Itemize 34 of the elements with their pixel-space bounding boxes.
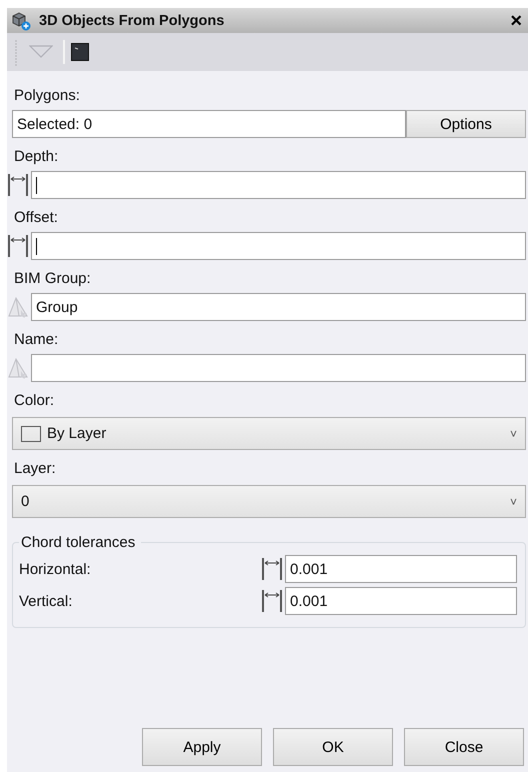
dialog-button[interactable]: Close [404, 728, 524, 766]
distance-icon [261, 556, 283, 582]
color-swatch-icon [21, 426, 41, 442]
console-icon[interactable] [71, 43, 89, 61]
field-label: Depth: [14, 148, 60, 165]
field-label: Layer: [14, 460, 57, 477]
field-label: Vertical: [19, 592, 74, 610]
text-field[interactable] [31, 354, 526, 382]
field-label: Horizontal: [19, 560, 92, 578]
dropdown[interactable]: 0 ˅ [12, 485, 526, 518]
selection-field[interactable]: Selected: 0 [12, 110, 406, 138]
distance-field[interactable] [31, 171, 526, 199]
distance-icon [7, 233, 29, 259]
distance-icon [261, 588, 283, 614]
triangle-icon[interactable] [29, 45, 53, 59]
distance-field[interactable] [31, 232, 526, 260]
window-title: 3D Objects From Polygons [39, 12, 226, 28]
grip-icon[interactable] [13, 38, 19, 66]
close-button[interactable]: × [510, 10, 522, 30]
distance-field[interactable]: 0.001 [285, 587, 517, 615]
dropdown[interactable]: By Layer ˅ [12, 417, 526, 450]
field-label: Offset: [14, 209, 59, 226]
cube-add-icon [11, 10, 31, 30]
group-title: Chord tolerances [20, 534, 136, 551]
field-label: Name: [14, 331, 60, 348]
text-field[interactable]: Group [31, 293, 526, 321]
field-label: Color: [14, 392, 56, 409]
distance-icon [7, 172, 29, 198]
field-label: BIM Group: [14, 270, 92, 287]
dialog-button[interactable]: Apply [142, 728, 262, 766]
dialog-button[interactable]: OK [273, 728, 393, 766]
distance-field[interactable]: 0.001 [285, 555, 517, 583]
options-button[interactable]: Options [406, 110, 526, 138]
field-label: Polygons: [14, 87, 81, 104]
